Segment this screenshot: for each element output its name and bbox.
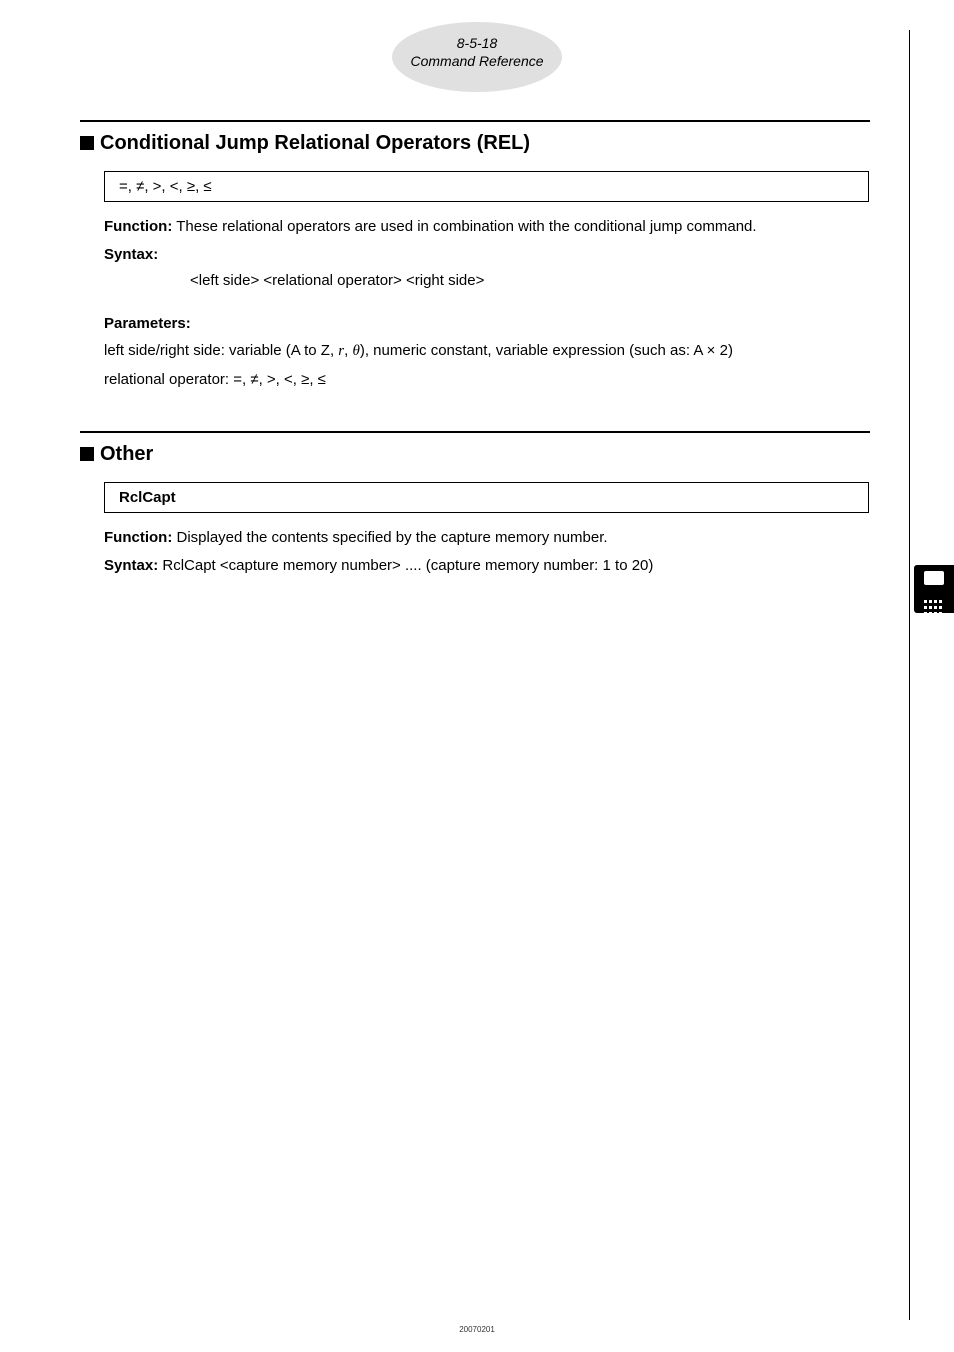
square-bullet-icon bbox=[80, 447, 94, 461]
calculator-icon bbox=[914, 565, 954, 613]
page-right-rule bbox=[909, 30, 910, 1320]
function-paragraph-2: Function: Displayed the contents specifi… bbox=[104, 527, 874, 549]
operators-box: =, ≠, >, <, ≥, ≤ bbox=[104, 171, 869, 202]
syntax-label-2: Syntax: bbox=[104, 557, 158, 574]
section-heading-rel-text: Conditional Jump Relational Operators (R… bbox=[100, 132, 530, 154]
footer-code: 20070201 bbox=[459, 1325, 495, 1334]
operators-line: =, ≠, >, <, ≥, ≤ bbox=[119, 178, 212, 195]
calculator-screen-icon bbox=[924, 571, 944, 585]
function-paragraph: Function: These relational operators are… bbox=[104, 216, 874, 238]
calculator-keys-row bbox=[924, 590, 944, 593]
relational-operator-line: relational operator: =, ≠, >, <, ≥, ≤ bbox=[104, 369, 874, 391]
header-page-ref: 8-5-18 bbox=[392, 34, 562, 52]
parameters-text: left side/right side: variable (A to Z, … bbox=[104, 340, 874, 363]
command-name: RclCapt bbox=[119, 489, 176, 506]
params-post: ), numeric constant, variable expression… bbox=[360, 342, 733, 359]
section-heading-other: Other bbox=[80, 443, 894, 466]
syntax-label: Syntax: bbox=[104, 244, 874, 266]
syntax-paragraph-2: Syntax: RclCapt <capture memory number> … bbox=[104, 555, 874, 577]
calculator-keys-row bbox=[924, 602, 944, 605]
command-box-rclcapt: RclCapt bbox=[104, 482, 869, 513]
section-heading-rel: Conditional Jump Relational Operators (R… bbox=[80, 132, 894, 155]
header-title: Command Reference bbox=[392, 52, 562, 70]
syntax-line: <left side> <relational operator> <right… bbox=[190, 272, 894, 289]
function-label: Function: bbox=[104, 218, 172, 235]
calculator-keys-row bbox=[924, 596, 944, 599]
function-text: These relational operators are used in c… bbox=[172, 218, 756, 235]
function-label-2: Function: bbox=[104, 529, 172, 546]
section-divider bbox=[80, 120, 870, 122]
section-heading-other-text: Other bbox=[100, 443, 153, 465]
function-text-2: Displayed the contents specified by the … bbox=[172, 529, 607, 546]
parameters-label: Parameters: bbox=[104, 313, 874, 335]
params-pre: left side/right side: variable (A to Z, bbox=[104, 342, 338, 359]
syntax-text-2: RclCapt <capture memory number> .... (ca… bbox=[158, 557, 653, 574]
params-var-theta: θ bbox=[352, 343, 359, 359]
square-bullet-icon bbox=[80, 136, 94, 150]
section-divider bbox=[80, 431, 870, 433]
header-bubble: 8-5-18 Command Reference bbox=[392, 22, 562, 92]
